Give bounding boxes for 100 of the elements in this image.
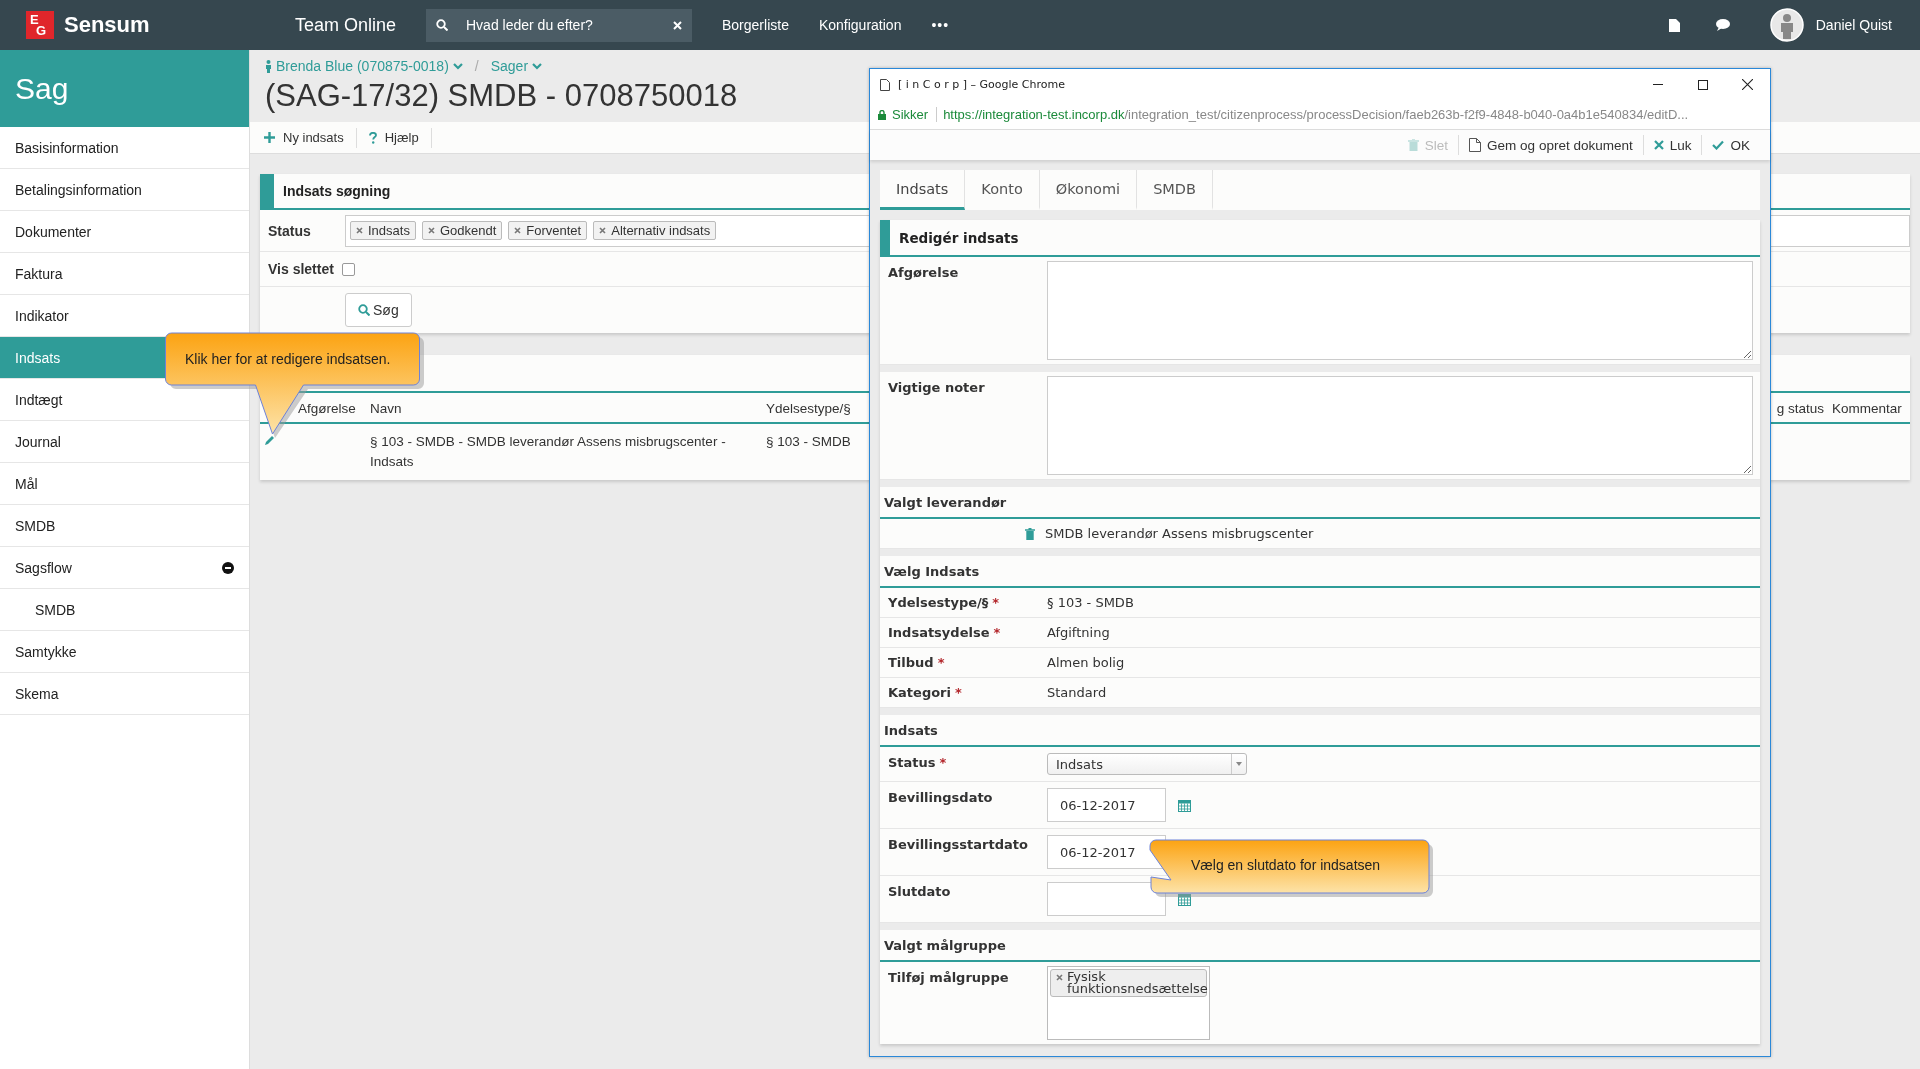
search-button[interactable]: Søg [345,293,412,327]
toolbar-button[interactable]: Hjælp [368,127,432,148]
action-button[interactable]: Luk [1642,135,1702,155]
section-heading: Valgt målgruppe [880,923,1760,962]
status-tag[interactable]: Alternativ indsats [593,221,717,240]
tab[interactable]: Konto [965,170,1040,210]
field-label: Status * [887,754,948,770]
sidebar-item[interactable]: SMDB [0,505,249,547]
field-label: Bevillingsdato [887,789,994,805]
field-label: Ydelsestype/§ * [887,594,1001,612]
panel-title: Indsats søgning [283,183,391,199]
panel-title: Redigér indsats [899,229,1019,246]
sidebar-item[interactable]: Skema [0,673,249,715]
secure-label: Sikker [892,107,929,122]
field-label: Bevillingsstartdato [887,836,1029,852]
tab[interactable]: Økonomi [1039,170,1138,210]
table-cell-text: § 103 - SMDB [765,433,852,451]
person-icon [265,59,272,73]
sidebar-subitem[interactable]: SMDB [0,589,249,631]
column-header: Kommentar [1828,393,1910,424]
field-label: Tilbud * [887,654,946,672]
date-field[interactable] [1047,882,1166,916]
tag-field[interactable]: Fysisk funktionsnedsættelse [1047,966,1210,1040]
page-icon [880,78,890,91]
clear-icon[interactable] [673,20,682,30]
logo-text: Sensum [64,12,150,38]
maximize-icon[interactable] [1697,79,1708,90]
field-label: Tilføj målgruppe [887,969,1010,985]
remove-icon[interactable] [514,227,522,234]
field-label: Slutdato [887,883,952,899]
plus-icon [264,132,275,143]
section-heading: Indsats [880,708,1760,747]
status-dropdown[interactable]: Indsats [1047,753,1247,775]
chevron-down-icon [452,62,463,70]
field-label: Afgørelse [887,264,960,280]
sidebar-item[interactable]: Faktura [0,253,249,295]
section-heading: Vælg Indsats [880,549,1760,588]
field-label: Indsatsydelse * [887,624,1002,642]
window-title: [ i n C o r p ] – Google Chrome [898,78,1065,91]
nav-link[interactable]: Borgerliste [722,17,789,33]
remove-icon[interactable] [356,227,363,234]
minimize-icon[interactable] [1652,84,1663,85]
tab[interactable]: SMDB [1137,170,1213,210]
close-icon [1653,140,1664,150]
close-icon[interactable] [1742,79,1753,90]
action-button[interactable]: OK [1701,135,1760,155]
field-value: Almen bolig [1047,654,1125,672]
url-text[interactable]: https://integration-test.incorp.dk/integration_test/citizenprocess/processDecision/faeb263b-f2f9-4848-b040-0a4b1e540834/editD... [943,107,1689,122]
toolbar-button[interactable]: Ny indsats [264,127,357,148]
calendar-icon[interactable] [1178,892,1191,906]
target-group-tag[interactable]: Fysisk funktionsnedsættelse [1050,969,1207,997]
chat-icon[interactable] [1715,19,1730,31]
status-tag[interactable]: Godkendt [421,221,503,240]
chevron-down-icon [532,62,543,70]
breadcrumb-separator: / [474,58,479,74]
field-label: Vigtige noter [887,379,986,395]
search-icon [436,19,448,31]
sidebar-item[interactable]: Samtykke [0,631,249,673]
checkbox[interactable] [341,262,355,276]
search-bar[interactable]: Hvad leder du efter? [426,8,692,42]
column-header: Navn [366,393,762,424]
help-icon [368,131,377,144]
search-icon [358,304,370,316]
sidebar-item[interactable]: Journal [0,421,249,463]
remove-icon[interactable] [599,227,607,234]
avatar-icon[interactable] [1769,8,1804,42]
tooltip: Vælg en slutdato for indsatsen [1149,839,1434,897]
tab[interactable]: Indsats [880,170,966,210]
sidebar-item[interactable]: Mål [0,463,249,505]
more-menu[interactable]: ••• [931,17,950,33]
search-field[interactable]: Hvad leder du efter? [464,16,657,34]
lock-icon [878,109,886,120]
action-button[interactable]: Gem og opret dokument [1458,135,1643,155]
app-title: Team Online [295,14,398,36]
user-name[interactable]: Daniel Quist [1815,17,1892,33]
sidebar-item[interactable]: Sagsflow [0,547,249,589]
status-tag[interactable]: Forventet [508,221,588,240]
trash-icon [1407,139,1419,151]
table-cell-text: § 103 - SMDB - SMDB leverandør Assens misbrugscenter - Indsats [369,433,727,471]
date-field[interactable]: 06-12-2017 [1047,835,1166,869]
status-tag[interactable]: Indsats [350,221,416,240]
date-field[interactable]: 06-12-2017 [1047,788,1166,822]
caret-icon [1236,762,1242,766]
remove-icon[interactable] [427,227,435,234]
logo-mark: E G [26,11,54,39]
sidebar-title: Sag [0,50,249,127]
document-icon[interactable] [1668,18,1680,32]
collapse-icon[interactable] [222,561,234,574]
remove-icon[interactable] [1056,974,1063,981]
column-header: g status [1776,401,1824,416]
calendar-icon[interactable] [1178,798,1191,812]
field-label: Status [268,222,312,239]
field-label: Vis slettet [268,261,334,277]
sidebar-item[interactable]: Dokumenter [0,211,249,253]
nav-link[interactable]: Konfiguration [818,17,902,33]
trash-icon[interactable] [1025,527,1035,540]
sidebar-item[interactable]: Betalingsinformation [0,169,249,211]
field-value: § 103 - SMDB [1047,594,1134,612]
document-icon [1469,138,1482,152]
sidebar-item[interactable]: Basisinformation [0,127,249,169]
